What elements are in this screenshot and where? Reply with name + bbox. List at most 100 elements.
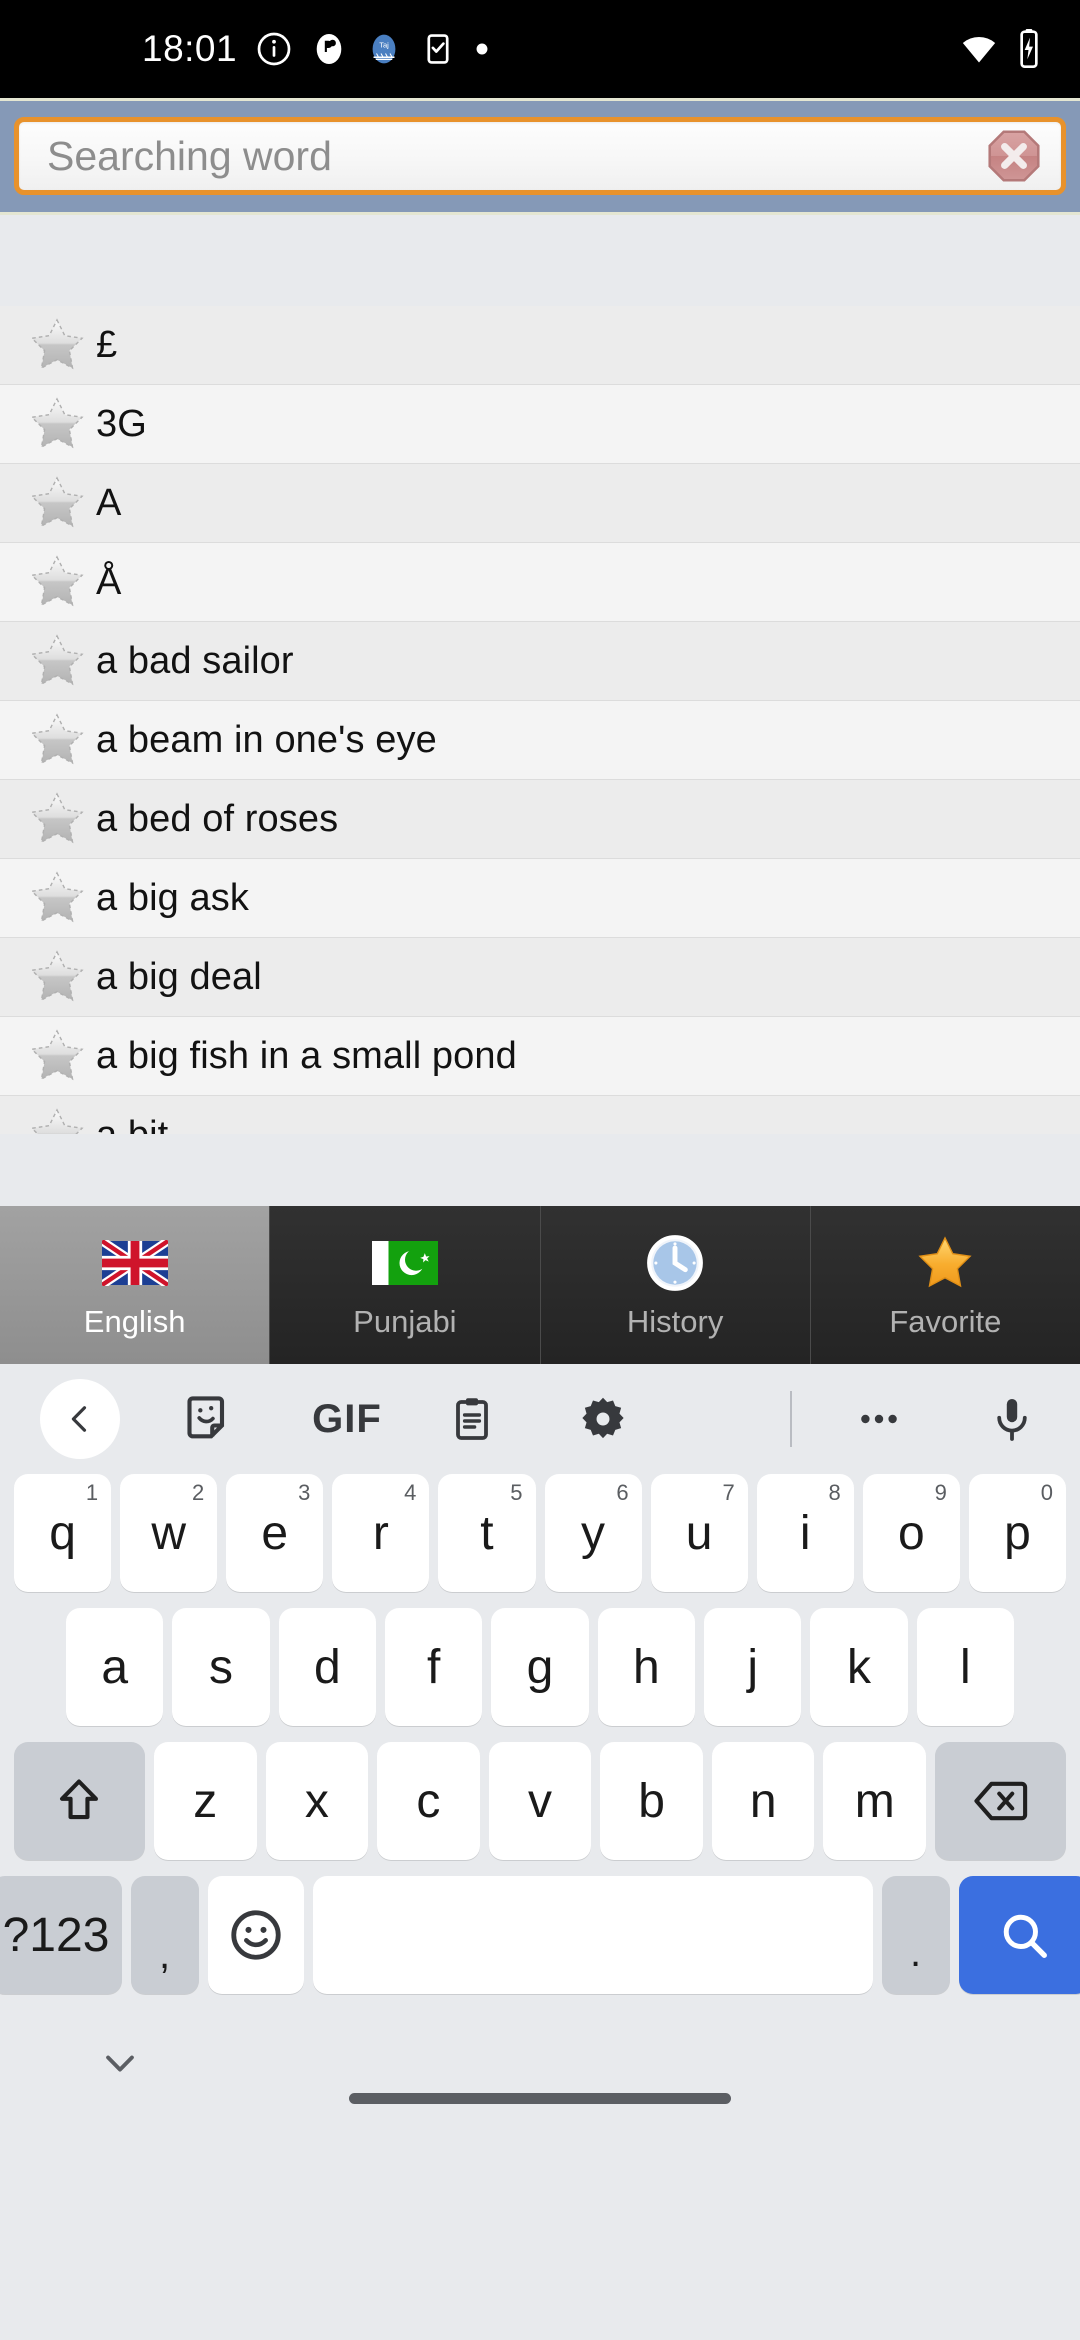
key-label: e — [261, 1506, 289, 1560]
key-u[interactable]: 7u — [650, 1474, 748, 1592]
home-gesture-bar[interactable] — [349, 2093, 731, 2104]
keyboard-rows[interactable]: 1q2w3e4r5t6y7u8i9o0p asdfg hjkl zxcvbnm ?… — [0, 1474, 1080, 1994]
key-w[interactable]: 2w — [120, 1474, 218, 1592]
key-b[interactable]: b — [600, 1742, 703, 1860]
star-outline-icon[interactable] — [18, 946, 96, 1008]
key-e[interactable]: 3e — [226, 1474, 324, 1592]
keyboard-toolbar[interactable]: GIF — [0, 1364, 1080, 1474]
word-list-row[interactable]: a big ask — [0, 859, 1080, 938]
shift-key[interactable] — [13, 1742, 145, 1860]
search-box[interactable] — [14, 117, 1066, 195]
tab-favorite[interactable]: Favorite — [810, 1206, 1080, 1364]
search-input[interactable] — [47, 132, 985, 180]
key-s[interactable]: s — [172, 1608, 270, 1726]
space-key[interactable] — [312, 1876, 873, 1994]
key-n[interactable]: n — [711, 1742, 815, 1860]
tab-label: History — [626, 1304, 724, 1339]
star-outline-icon[interactable] — [18, 393, 96, 455]
word-list-row[interactable]: a bad sailor — [0, 622, 1080, 701]
word-list[interactable]: £ 3G A Å a bad sailor a beam in one's ey… — [0, 306, 1080, 1134]
key-y[interactable]: 6y — [544, 1474, 642, 1592]
key-a[interactable]: a — [66, 1608, 164, 1726]
clear-octagon-icon[interactable] — [985, 127, 1043, 185]
key-p[interactable]: 0p — [968, 1474, 1066, 1592]
word-label: a bad sailor — [96, 639, 294, 682]
clock-icon — [644, 1230, 706, 1296]
pakistan-flag-icon — [371, 1230, 438, 1296]
word-label: a bed of roses — [96, 797, 339, 840]
key-r[interactable]: 4r — [332, 1474, 430, 1592]
star-outline-icon[interactable] — [18, 314, 96, 376]
tab-label: Punjabi — [353, 1304, 457, 1339]
uk-flag-icon — [101, 1230, 168, 1296]
comma-key[interactable]: , — [130, 1876, 199, 1994]
star-outline-icon[interactable] — [18, 472, 96, 534]
gif-icon[interactable]: GIF — [306, 1397, 388, 1442]
key-i[interactable]: 8i — [756, 1474, 854, 1592]
word-label: a big fish in a small pond — [96, 1034, 517, 1077]
key-t[interactable]: 5t — [438, 1474, 536, 1592]
star-outline-icon[interactable] — [18, 630, 96, 692]
tab-label: Favorite — [889, 1304, 1002, 1339]
emoji-key[interactable] — [207, 1876, 304, 1994]
key-label: c — [416, 1774, 441, 1828]
key-x[interactable]: x — [265, 1742, 369, 1860]
key-label: n — [749, 1774, 777, 1828]
keyboard-row-2[interactable]: asdfg hjkl — [8, 1608, 1072, 1726]
key-z[interactable]: z — [153, 1742, 257, 1860]
wifi-icon — [960, 30, 998, 68]
star-outline-icon[interactable] — [18, 788, 96, 850]
star-outline-icon[interactable] — [18, 551, 96, 613]
chevron-down-icon[interactable] — [98, 2041, 142, 2090]
key-l[interactable]: l — [916, 1608, 1014, 1726]
word-list-row[interactable]: a big fish in a small pond — [0, 1017, 1080, 1096]
key-label: r — [372, 1506, 389, 1560]
key-d[interactable]: d — [278, 1608, 376, 1726]
key-j[interactable]: j — [703, 1608, 802, 1726]
key-h[interactable]: h — [597, 1608, 695, 1726]
word-list-row[interactable]: a bit — [0, 1096, 1080, 1134]
tab-history[interactable]: History — [540, 1206, 811, 1364]
key-label: h — [632, 1640, 660, 1694]
keyboard-row-4[interactable]: ?123 , . — [0, 1876, 1080, 1994]
word-list-row[interactable]: 3G — [0, 385, 1080, 464]
keyboard-row-3[interactable]: zxcvbnm — [8, 1742, 1072, 1860]
tab-english[interactable]: English — [0, 1206, 271, 1364]
keyboard-row-1[interactable]: 1q2w3e4r5t6y7u8i9o0p — [8, 1474, 1072, 1592]
numbers-key[interactable]: ?123 — [0, 1876, 122, 1994]
sticker-icon[interactable] — [174, 1393, 244, 1445]
period-key[interactable]: . — [881, 1876, 950, 1994]
key-o[interactable]: 9o — [862, 1474, 960, 1592]
word-list-row[interactable]: Å — [0, 543, 1080, 622]
star-outline-icon[interactable] — [18, 709, 96, 771]
microphone-icon[interactable] — [984, 1395, 1040, 1443]
word-list-row[interactable]: a big deal — [0, 938, 1080, 1017]
keyboard[interactable]: GIF 1q2w3e4r5t6y7u8i9o0p asdfg hjkl zxcvb… — [0, 1364, 1080, 2340]
word-list-row[interactable]: a beam in one's eye — [0, 701, 1080, 780]
key-superscript: 9 — [934, 1480, 947, 1505]
key-m[interactable]: m — [823, 1742, 927, 1860]
key-label: g — [526, 1640, 554, 1694]
keyboard-bottom-bar[interactable] — [0, 2010, 1080, 2120]
star-outline-icon[interactable] — [18, 867, 96, 929]
key-v[interactable]: v — [488, 1742, 592, 1860]
tab-punjabi[interactable]: Punjabi — [270, 1206, 541, 1364]
gear-icon[interactable] — [570, 1394, 636, 1444]
search-enter-key[interactable] — [958, 1876, 1080, 1994]
key-k[interactable]: k — [810, 1608, 908, 1726]
star-outline-icon[interactable] — [18, 1025, 96, 1087]
word-list-row[interactable]: £ — [0, 306, 1080, 385]
tab-bar[interactable]: English Punjabi History Favorite — [0, 1206, 1080, 1364]
word-list-row[interactable]: a bed of roses — [0, 780, 1080, 859]
clipboard-icon[interactable] — [440, 1395, 504, 1443]
key-f[interactable]: f — [385, 1608, 483, 1726]
word-list-row[interactable]: A — [0, 464, 1080, 543]
star-outline-icon[interactable] — [18, 1104, 96, 1134]
backspace-key[interactable] — [935, 1742, 1067, 1860]
more-options-icon[interactable] — [846, 1395, 912, 1443]
key-c[interactable]: c — [377, 1742, 480, 1860]
key-q[interactable]: 1q — [14, 1474, 112, 1592]
back-chevron-icon[interactable] — [40, 1379, 120, 1459]
word-label: A — [96, 481, 122, 524]
key-g[interactable]: g — [491, 1608, 589, 1726]
